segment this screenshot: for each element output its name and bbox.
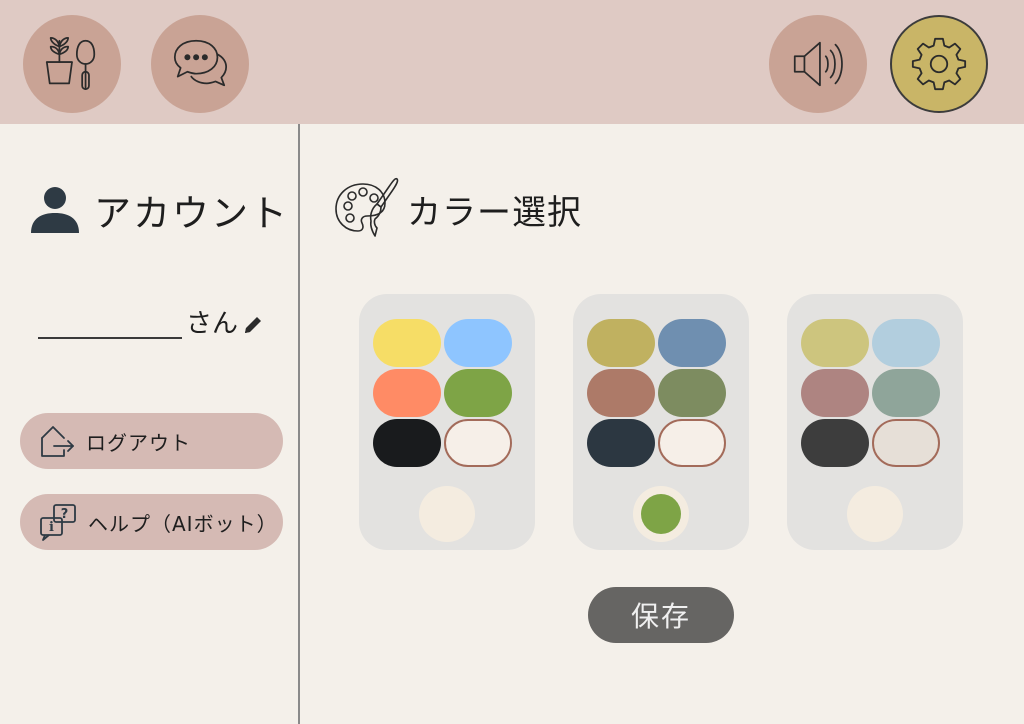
svg-text:i: i (49, 520, 54, 535)
color-swatch (658, 319, 726, 367)
color-swatch (373, 319, 441, 367)
gardening-button[interactable] (23, 15, 121, 113)
chat-button[interactable] (151, 15, 249, 113)
theme-radio-button[interactable] (419, 486, 475, 542)
chat-icon (173, 39, 228, 87)
palette-icon (335, 177, 399, 237)
color-swatch (801, 419, 869, 467)
color-selection-header: カラー選択 (333, 176, 582, 242)
user-name-row: さん (38, 306, 264, 339)
color-swatch (872, 369, 940, 417)
color-swatch (587, 319, 655, 367)
selected-indicator (641, 494, 681, 534)
color-swatch (872, 419, 940, 467)
gear-icon (911, 37, 967, 91)
color-theme-card-2[interactable] (573, 294, 749, 550)
help-bot-icon: ? i (40, 504, 76, 541)
help-button[interactable]: ? i ヘルプ（AIボット） (20, 494, 283, 550)
color-swatch (658, 369, 726, 417)
color-theme-card-1[interactable] (359, 294, 535, 550)
pencil-icon[interactable] (242, 314, 264, 336)
account-title: アカウント (94, 192, 289, 235)
color-theme-card-3[interactable] (787, 294, 963, 550)
help-label: ヘルプ（AIボット） (88, 511, 278, 536)
speaker-icon (793, 41, 843, 87)
color-swatch (587, 419, 655, 467)
top-bar (0, 0, 1024, 124)
color-swatch (872, 319, 940, 367)
user-icon (31, 187, 79, 233)
save-button[interactable]: 保存 (588, 587, 734, 643)
gardening-icon (45, 36, 96, 91)
name-suffix: さん (186, 309, 239, 339)
color-swatch (801, 319, 869, 367)
color-swatch (658, 419, 726, 467)
logout-label: ログアウト (86, 430, 191, 455)
color-swatch (587, 369, 655, 417)
logout-icon (41, 426, 74, 457)
sidebar-divider (298, 124, 300, 724)
theme-radio-button[interactable] (847, 486, 903, 542)
color-selection-title: カラー選択 (407, 192, 582, 233)
settings-button[interactable] (890, 15, 988, 113)
user-name-field[interactable] (38, 306, 182, 339)
color-swatch (801, 369, 869, 417)
logout-button[interactable]: ログアウト (20, 413, 283, 469)
color-swatch (373, 419, 441, 467)
color-swatch (373, 369, 441, 417)
color-swatch (444, 319, 512, 367)
theme-radio-button[interactable] (633, 486, 689, 542)
account-header: アカウント (30, 183, 289, 237)
sound-button[interactable] (769, 15, 867, 113)
color-swatch (444, 369, 512, 417)
color-swatch (444, 419, 512, 467)
